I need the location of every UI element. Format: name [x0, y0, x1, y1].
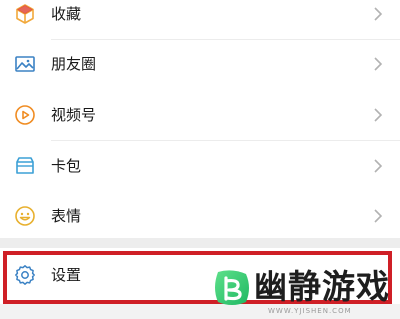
chevron-right-icon	[373, 6, 383, 22]
card-wallet-icon	[13, 154, 37, 178]
divider	[51, 140, 400, 141]
menu-item-card-wallet[interactable]: 卡包	[0, 142, 400, 190]
menu-item-label: 卡包	[51, 157, 82, 175]
moments-photo-icon	[13, 52, 37, 76]
menu-item-label: 收藏	[51, 5, 82, 23]
section-gap	[0, 238, 400, 248]
menu-item-label: 设置	[51, 266, 82, 284]
watermark: 幽静游戏 WWW.YJISHEN.COM	[206, 264, 400, 319]
menu-item-moments[interactable]: 朋友圈	[0, 40, 400, 88]
sticker-smiley-icon	[13, 204, 37, 228]
chevron-right-icon	[373, 208, 383, 224]
watermark-domain: WWW.YJISHEN.COM	[268, 307, 352, 315]
favorites-cube-icon	[13, 2, 37, 26]
chevron-right-icon	[373, 56, 383, 72]
menu-item-stickers[interactable]: 表情	[0, 192, 400, 240]
chevron-right-icon	[373, 158, 383, 174]
menu-item-label: 视频号	[51, 106, 97, 124]
menu-item-label: 表情	[51, 207, 82, 225]
chevron-right-icon	[373, 107, 383, 123]
watermark-name: 幽静游戏	[254, 267, 390, 306]
channels-play-icon	[13, 103, 37, 127]
menu-item-favorites[interactable]: 收藏	[0, 0, 400, 38]
watermark-logo-icon	[212, 268, 252, 308]
gear-icon	[13, 263, 37, 287]
menu-item-channels[interactable]: 视频号	[0, 91, 400, 139]
menu-item-label: 朋友圈	[51, 55, 97, 73]
